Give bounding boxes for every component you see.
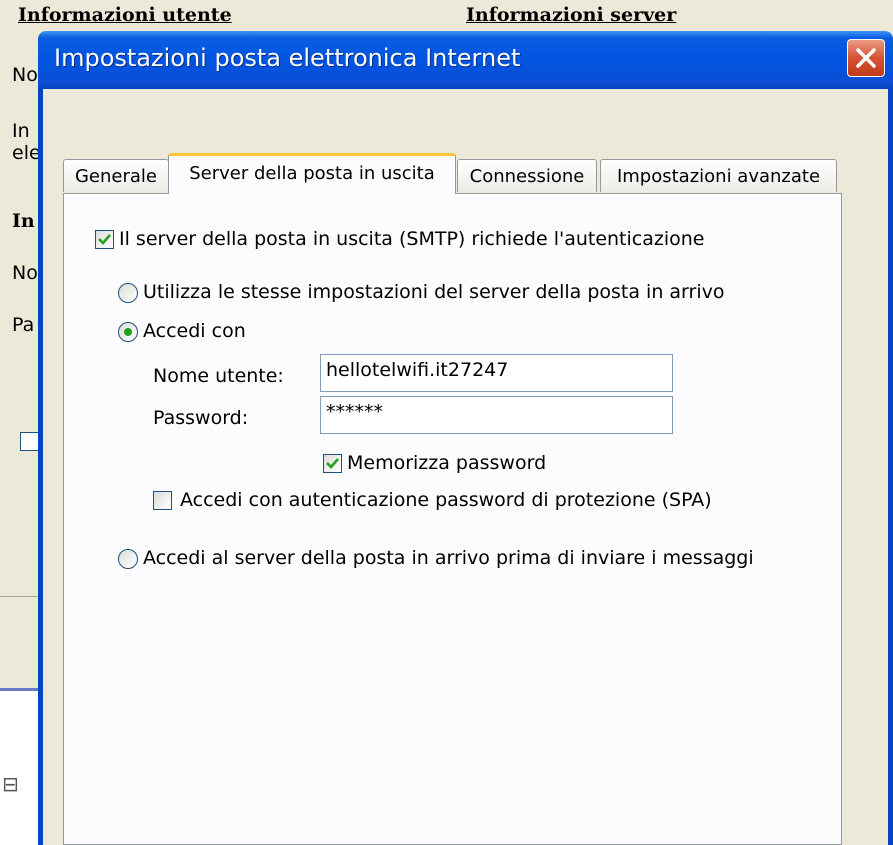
login-with-radio[interactable] — [118, 322, 138, 342]
incoming-first-label[interactable]: Accedi al server della posta in arrivo p… — [143, 547, 754, 569]
checkmark-icon — [98, 234, 111, 245]
bg-checkbox[interactable] — [20, 432, 39, 451]
bg-label-fragment: In — [12, 120, 30, 142]
same-settings-radio[interactable] — [118, 283, 138, 303]
dialog-client-area: Generale Server della posta in uscita Co… — [43, 89, 888, 845]
checkmark-icon — [326, 458, 339, 469]
bg-label-fragment: No — [12, 262, 38, 284]
tab-connessione[interactable]: Connessione — [457, 159, 597, 192]
smtp-auth-checkbox[interactable] — [95, 230, 114, 249]
smtp-auth-label[interactable]: Il server della posta in uscita (SMTP) r… — [119, 228, 704, 250]
remember-password-checkbox[interactable] — [323, 454, 342, 473]
username-label: Nome utente: — [153, 365, 284, 387]
dialog-title: Impostazioni posta elettronica Internet — [54, 44, 521, 72]
folder-tree-icon: ⊟ — [2, 772, 19, 796]
window-frame — [888, 89, 893, 845]
internet-email-settings-dialog: Impostazioni posta elettronica Internet … — [38, 31, 893, 845]
server-info-header: Informazioni server — [466, 4, 677, 26]
user-info-header: Informazioni utente — [18, 4, 232, 26]
login-with-label[interactable]: Accedi con — [143, 320, 246, 342]
radio-selected-dot — [124, 328, 132, 336]
incoming-first-radio[interactable] — [118, 549, 138, 569]
tab-server-posta-uscita[interactable]: Server della posta in uscita — [168, 153, 456, 194]
bg-label-fragment: No — [12, 64, 38, 86]
password-input[interactable]: ****** — [320, 396, 673, 434]
close-icon — [856, 48, 876, 68]
title-bar[interactable]: Impostazioni posta elettronica Internet — [38, 31, 893, 89]
bg-section-fragment: In — [12, 210, 35, 232]
bg-label-fragment: Pa — [12, 314, 35, 336]
spa-label[interactable]: Accedi con autenticazione password di pr… — [180, 489, 712, 511]
username-input[interactable]: hellotelwifi.it27247 — [320, 354, 673, 392]
tab-panel: Il server della posta in uscita (SMTP) r… — [63, 193, 842, 845]
close-button[interactable] — [847, 39, 885, 77]
spa-checkbox[interactable] — [153, 491, 172, 510]
tab-generale[interactable]: Generale — [63, 159, 169, 192]
bg-label-fragment: ele — [12, 142, 41, 164]
tab-impostazioni-avanzate[interactable]: Impostazioni avanzate — [600, 159, 837, 192]
password-label: Password: — [153, 407, 249, 429]
remember-password-label[interactable]: Memorizza password — [347, 452, 546, 474]
same-settings-label[interactable]: Utilizza le stesse impostazioni del serv… — [143, 281, 725, 303]
